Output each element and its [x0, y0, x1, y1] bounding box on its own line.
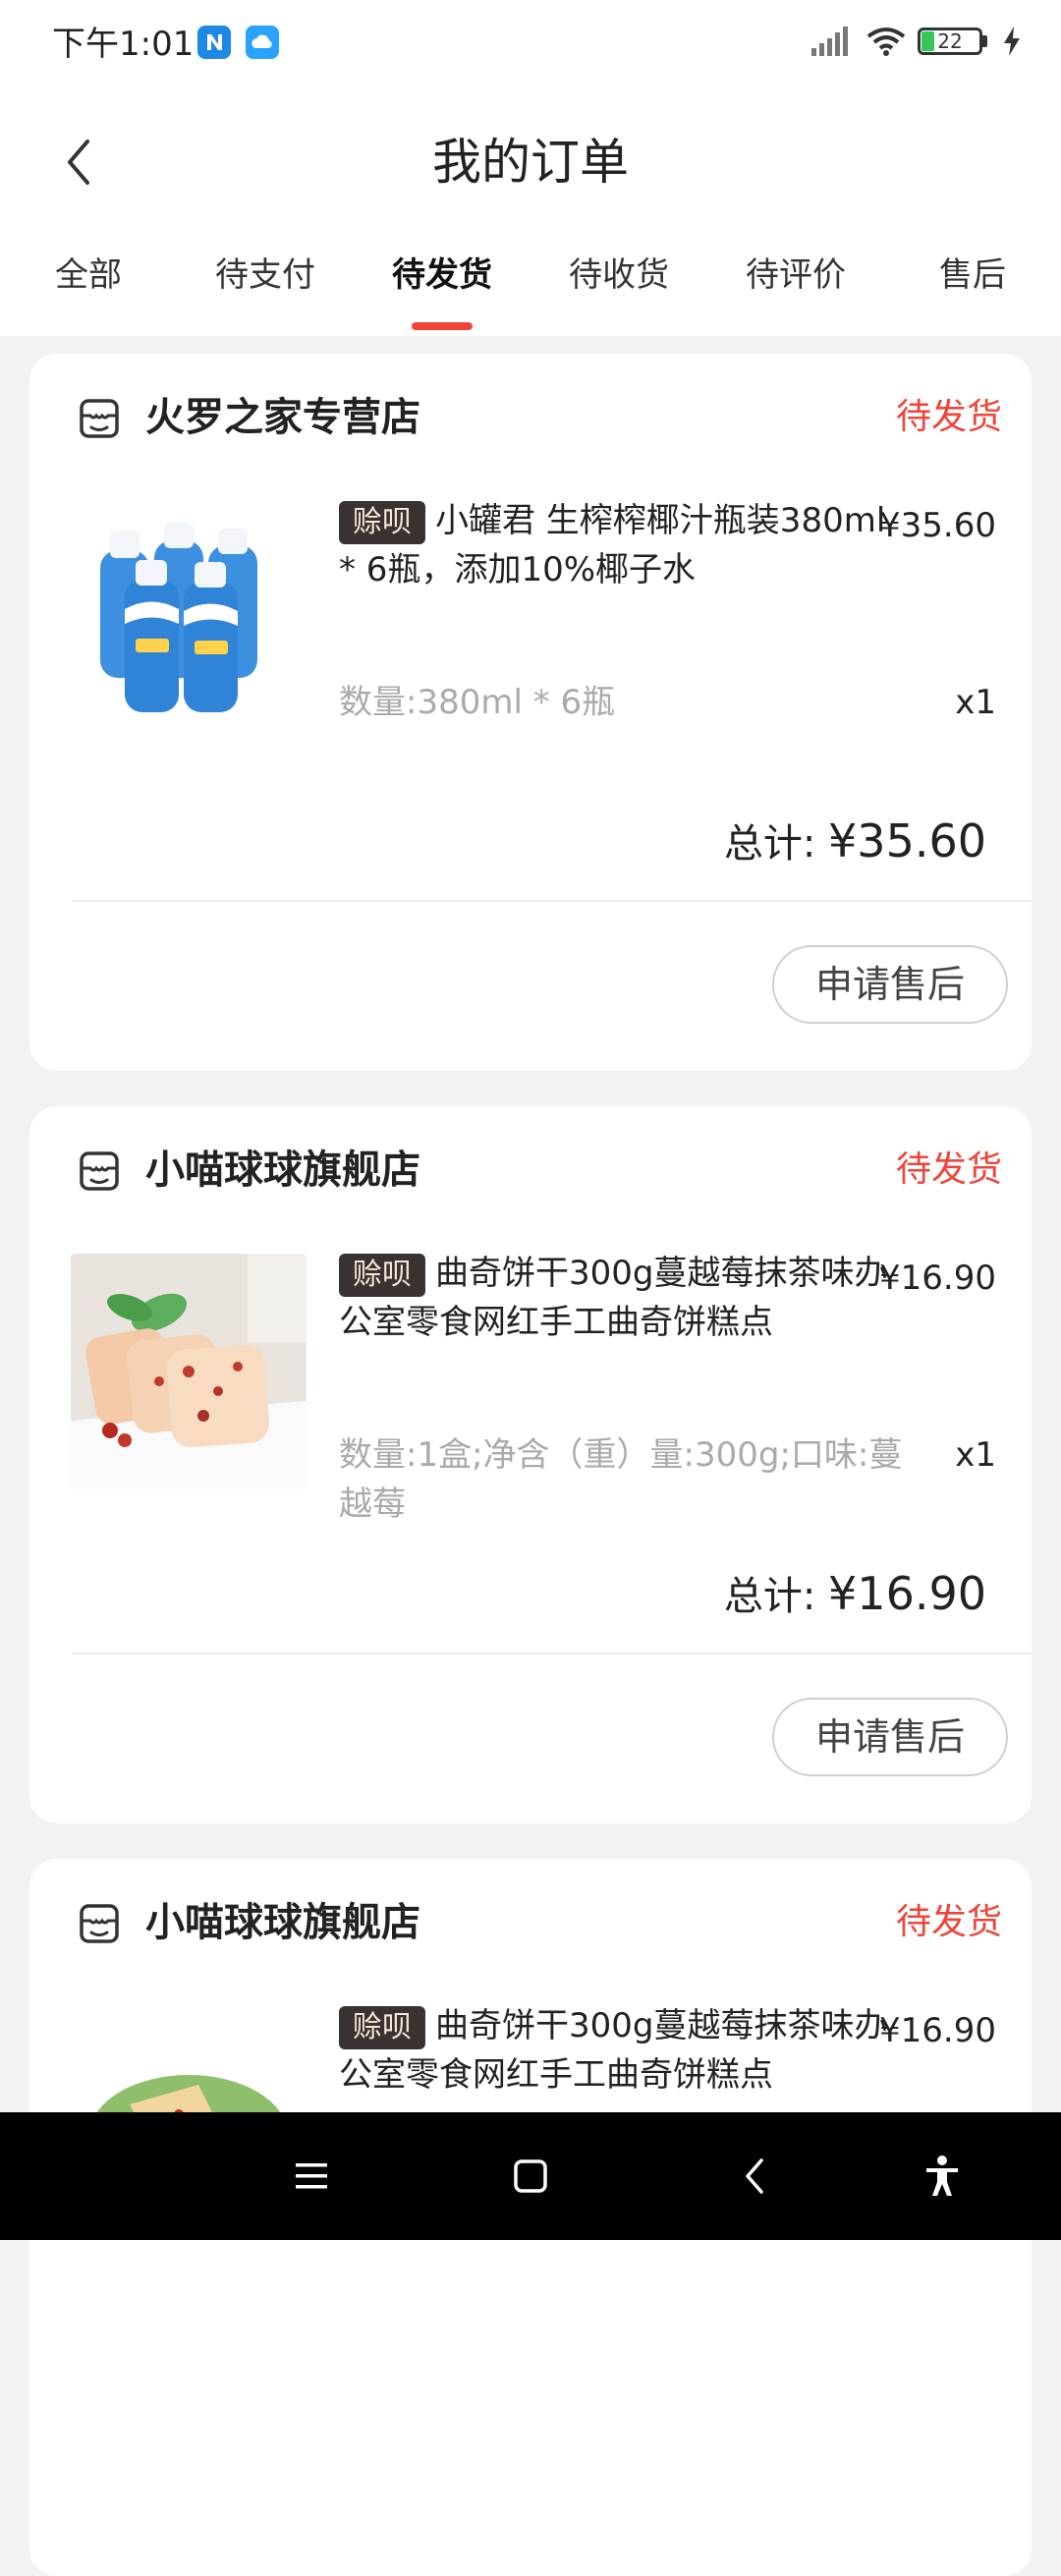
installment-badge: 赊呗 [339, 1254, 425, 1297]
shop-name: 小喵球球旗舰店 [145, 1148, 420, 1193]
status-bar: 下午1:01 22 [0, 0, 1061, 88]
total-label: 总计: [723, 1574, 816, 1619]
chevron-left-icon [68, 140, 89, 185]
charging-icon [1002, 27, 1022, 60]
order-status: 待发货 [895, 1902, 1002, 1942]
product-price: ¥16.90 [879, 1259, 996, 1298]
product-title[interactable]: 赊呗 小罐君 生榨榨椰汁瓶装380ml * 6瓶，添加10%椰子水 [339, 496, 889, 594]
divider [73, 1652, 1032, 1654]
shop-name: 火罗之家专营店 [145, 395, 420, 440]
tab-after-sales[interactable]: 售后 [884, 236, 1061, 336]
back-button[interactable] [49, 118, 108, 206]
total-amount: ¥16.90 [828, 1567, 986, 1620]
installment-badge: 赊呗 [339, 2006, 425, 2049]
menu-icon [296, 2163, 327, 2189]
order-card[interactable]: 小喵球球旗舰店 待发货 赊呗 曲奇饼干300g蔓越莓抹茶味办公室零食网红手工曲奇… [29, 1106, 1032, 1823]
product-quantity: x1 [955, 1435, 996, 1475]
shop-icon [80, 1904, 119, 1943]
divider [73, 900, 1032, 902]
cranberry-cookies-image[interactable] [71, 1254, 307, 1489]
status-icons: 22 [811, 26, 1022, 61]
accessibility-icon [926, 2156, 958, 2196]
home-button[interactable] [494, 2140, 567, 2212]
order-tabs: 全部 待支付 待发货 待收货 待评价 售后 [0, 236, 1061, 336]
tab-pending-payment[interactable]: 待支付 [177, 236, 354, 336]
product-spec: 数量:1盒;净含（重）量:300g;口味:蔓越莓 [339, 1435, 903, 1524]
status-time: 下午1:01 [52, 25, 195, 64]
back-nav-button[interactable] [718, 2140, 791, 2212]
shop-icon [80, 399, 119, 438]
coconut-milk-bottles-image[interactable] [71, 501, 307, 737]
after-sales-button[interactable]: 申请售后 [772, 945, 1008, 1024]
product-title[interactable]: 赊呗 曲奇饼干300g蔓越莓抹茶味办公室零食网红手工曲奇饼糕点 [339, 1249, 889, 1347]
total-amount: ¥35.60 [828, 814, 986, 868]
shop-row[interactable]: 火罗之家专营店 待发货 [79, 383, 1012, 452]
cloud-icon [246, 26, 279, 59]
wifi-icon [866, 27, 906, 60]
product-quantity: x1 [955, 683, 996, 722]
header: 我的订单 [0, 88, 1061, 236]
home-square-icon [514, 2159, 547, 2193]
battery-level: 22 [937, 29, 963, 53]
back-triangle-icon [746, 2158, 763, 2194]
order-status: 待发货 [895, 397, 1002, 437]
product-title[interactable]: 赊呗 曲奇饼干300g蔓越莓抹茶味办公室零食网红手工曲奇饼糕点 [339, 2001, 889, 2100]
battery-icon: 22 [918, 28, 990, 59]
signal-icon [811, 27, 855, 60]
order-total: 总计: ¥35.60 [724, 812, 986, 873]
installment-badge: 赊呗 [339, 501, 425, 544]
order-total: 总计: ¥16.90 [724, 1564, 986, 1626]
order-card[interactable]: 火罗之家专营店 待发货 赊呗 小罐君 生榨榨椰汁瓶装380ml * 6瓶，添加1… [29, 354, 1032, 1071]
tab-pending-shipment[interactable]: 待发货 [354, 236, 530, 336]
product-spec: 数量:380ml * 6瓶 [339, 683, 616, 722]
menu-button[interactable] [275, 2140, 348, 2212]
tab-pending-receipt[interactable]: 待收货 [530, 236, 707, 336]
accessibility-button[interactable] [906, 2140, 978, 2212]
shop-name: 小喵球球旗舰店 [145, 1900, 420, 1945]
total-label: 总计: [723, 821, 816, 867]
product-price: ¥35.60 [879, 506, 996, 545]
order-status: 待发货 [895, 1149, 1002, 1190]
shop-row[interactable]: 小喵球球旗舰店 待发货 [79, 1136, 1012, 1204]
shop-icon [80, 1151, 119, 1191]
app-n-icon [197, 26, 231, 59]
tab-pending-review[interactable]: 待评价 [707, 236, 884, 336]
product-price: ¥16.90 [879, 2011, 996, 2050]
page-title: 我的订单 [432, 134, 629, 191]
tab-active-indicator [412, 322, 473, 330]
tab-all[interactable]: 全部 [0, 236, 177, 336]
shop-row[interactable]: 小喵球球旗舰店 待发货 [79, 1888, 1012, 1957]
after-sales-button[interactable]: 申请售后 [772, 1698, 1008, 1776]
system-nav-bar [0, 2112, 1061, 2240]
